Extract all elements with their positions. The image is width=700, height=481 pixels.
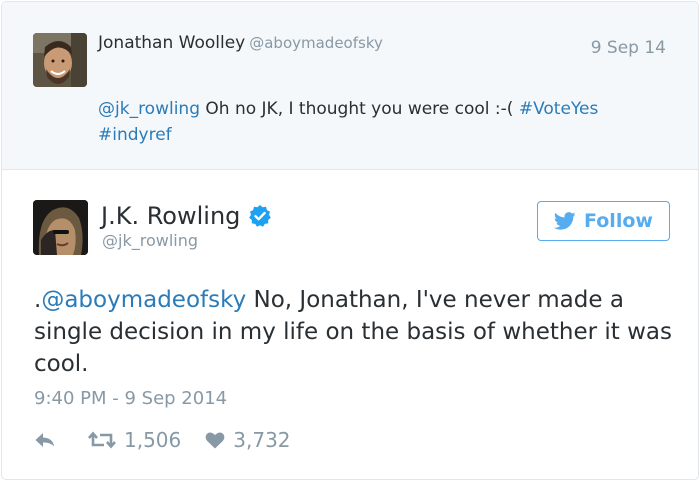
tweet-actions-bar: 1,506 3,732 [34, 426, 291, 454]
reply-action[interactable] [34, 431, 56, 449]
reply-tweet-text: @jk_rowling Oh no JK, I thought you were… [98, 96, 658, 148]
hashtag-link-indyref[interactable]: #indyref [98, 125, 172, 145]
retweet-icon [88, 431, 116, 449]
main-author-name-row: J.K. Rowling [101, 202, 272, 230]
verified-badge-icon [249, 205, 272, 227]
heart-icon [205, 432, 225, 449]
reply-author-name[interactable]: Jonathan Woolley [98, 33, 245, 53]
like-action[interactable]: 3,732 [205, 428, 291, 452]
follow-button[interactable]: Follow [537, 201, 670, 241]
reply-author-line: Jonathan Woolley @aboymadeofsky [98, 33, 383, 53]
embedded-tweet-card: Jonathan Woolley @aboymadeofsky 9 Sep 14 … [1, 1, 699, 480]
main-tweet-text: .@aboymadeofsky No, Jonathan, I've never… [34, 284, 679, 380]
main-mention-link[interactable]: @aboymadeofsky [41, 287, 246, 313]
twitter-bird-icon [554, 212, 576, 230]
like-count: 3,732 [233, 428, 291, 452]
tweet-timestamp[interactable]: 9:40 PM - 9 Sep 2014 [34, 388, 227, 409]
reply-arrow-icon [35, 433, 54, 447]
reply-date[interactable]: 9 Sep 14 [591, 38, 666, 58]
reply-mention-link[interactable]: @jk_rowling [98, 99, 200, 119]
parent-reply-tweet: Jonathan Woolley @aboymadeofsky 9 Sep 14 … [2, 2, 698, 170]
avatar-jk-rowling[interactable] [33, 200, 88, 255]
retweet-count: 1,506 [124, 428, 182, 452]
hashtag-link-voteyes[interactable]: #VoteYes [519, 99, 599, 119]
avatar-jonathan-woolley[interactable] [33, 33, 87, 87]
follow-button-label: Follow [584, 210, 653, 232]
reply-author-handle[interactable]: @aboymadeofsky [249, 34, 383, 52]
retweet-action[interactable]: 1,506 [88, 428, 181, 452]
reply-body-text: Oh no JK, I thought you were cool :-( [200, 99, 519, 119]
main-author-name[interactable]: J.K. Rowling [101, 202, 240, 230]
main-author-handle[interactable]: @jk_rowling [102, 231, 198, 250]
